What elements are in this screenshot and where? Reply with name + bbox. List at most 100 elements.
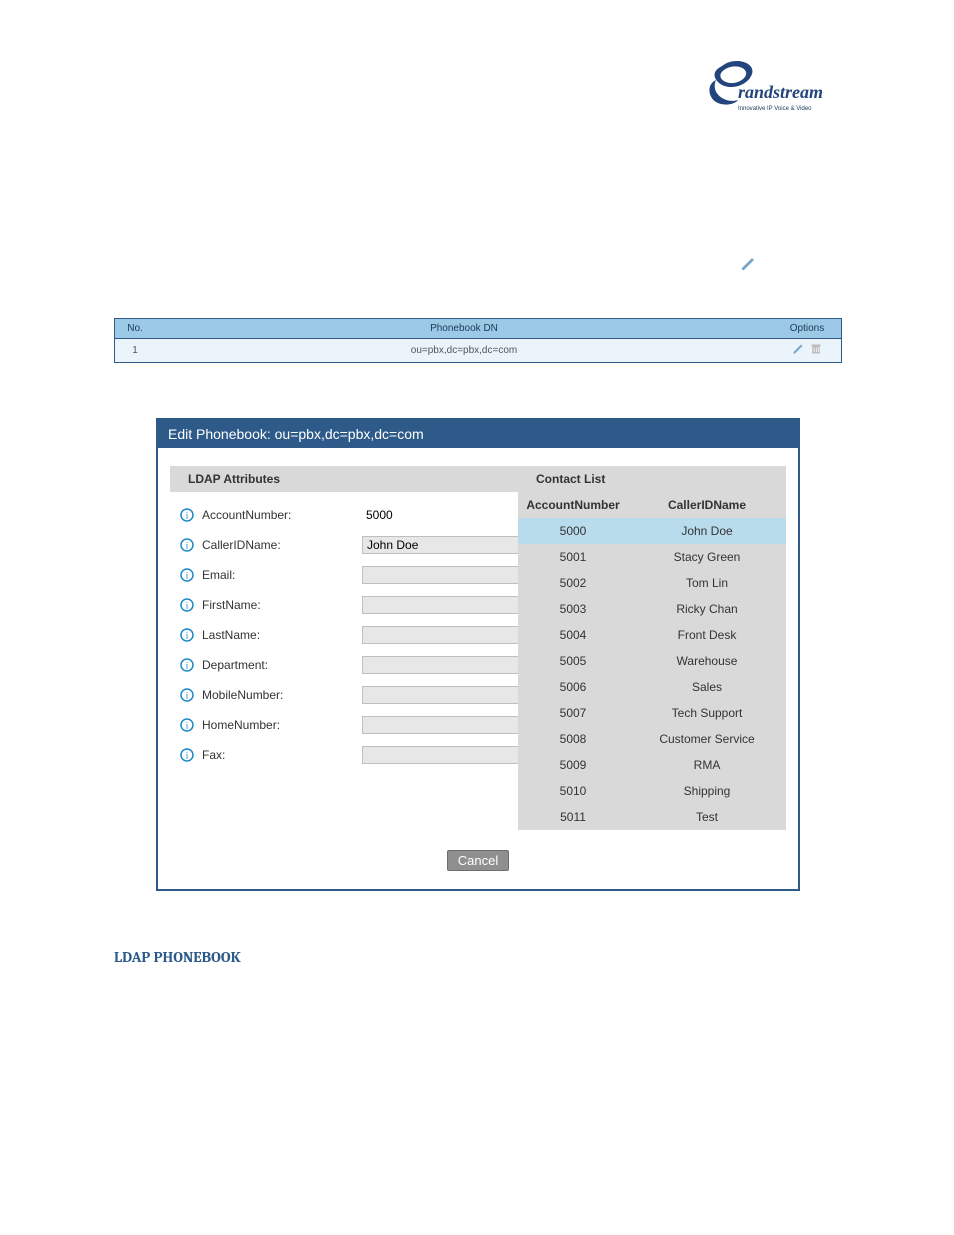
email-field[interactable] bbox=[362, 566, 527, 584]
contact-row[interactable]: 5002Tom Lin bbox=[518, 570, 786, 596]
attr-row-department: i Department: bbox=[180, 650, 508, 680]
contact-name: Sales bbox=[628, 674, 786, 700]
col-options-header: Options bbox=[773, 319, 842, 339]
mobilenumber-field[interactable] bbox=[362, 686, 527, 704]
contact-name: Ricky Chan bbox=[628, 596, 786, 622]
attr-label: LastName: bbox=[202, 628, 354, 642]
contact-list-header: Contact List bbox=[518, 466, 786, 492]
attr-row-fax: i Fax: bbox=[180, 740, 508, 770]
section-heading-ldap-phonebook: LDAP PHONEBOOK bbox=[114, 948, 241, 966]
contact-list-panel: Contact List AccountNumber CallerIDName … bbox=[518, 466, 786, 830]
attr-row-email: i Email: bbox=[180, 560, 508, 590]
contact-row[interactable]: 5011Test bbox=[518, 804, 786, 830]
fax-field[interactable] bbox=[362, 746, 527, 764]
attr-row-homenumber: i HomeNumber: bbox=[180, 710, 508, 740]
info-icon[interactable]: i bbox=[180, 568, 194, 582]
ldap-attributes-panel: LDAP Attributes i AccountNumber: i Calle… bbox=[170, 466, 518, 830]
attr-label: Department: bbox=[202, 658, 354, 672]
contact-name: Stacy Green bbox=[628, 544, 786, 570]
svg-text:i: i bbox=[186, 751, 189, 761]
col-no-header: No. bbox=[115, 319, 156, 339]
cancel-button[interactable]: Cancel bbox=[447, 850, 509, 871]
svg-text:i: i bbox=[186, 571, 189, 581]
contact-name: Warehouse bbox=[628, 648, 786, 674]
table-row[interactable]: 1 ou=pbx,dc=pbx,dc=com bbox=[115, 339, 842, 363]
info-icon[interactable]: i bbox=[180, 688, 194, 702]
attr-label: AccountNumber: bbox=[202, 508, 354, 522]
brand-logo: randstream Innovative IP Voice & Video bbox=[704, 60, 844, 118]
contact-name: Tom Lin bbox=[628, 570, 786, 596]
cell-no: 1 bbox=[115, 339, 156, 363]
delete-icon[interactable] bbox=[810, 343, 822, 358]
info-icon[interactable]: i bbox=[180, 748, 194, 762]
dialog-title: Edit Phonebook: ou=pbx,dc=pbx,dc=com bbox=[158, 420, 798, 448]
svg-text:i: i bbox=[186, 661, 189, 671]
attr-row-calleridname: i CallerIDName: bbox=[180, 530, 508, 560]
contact-account: 5007 bbox=[518, 700, 628, 726]
svg-text:i: i bbox=[186, 721, 189, 731]
contact-name: Tech Support bbox=[628, 700, 786, 726]
contact-row[interactable]: 5001Stacy Green bbox=[518, 544, 786, 570]
phonebook-table: No. Phonebook DN Options 1 ou=pbx,dc=pbx… bbox=[114, 318, 842, 363]
contact-row[interactable]: 5004Front Desk bbox=[518, 622, 786, 648]
attr-row-mobilenumber: i MobileNumber: bbox=[180, 680, 508, 710]
contact-row[interactable]: 5007Tech Support bbox=[518, 700, 786, 726]
contact-name: Test bbox=[628, 804, 786, 830]
contact-row[interactable]: 5008Customer Service bbox=[518, 726, 786, 752]
contact-account: 5003 bbox=[518, 596, 628, 622]
department-field[interactable] bbox=[362, 656, 527, 674]
brand-name: randstream bbox=[738, 82, 823, 102]
lastname-field[interactable] bbox=[362, 626, 527, 644]
contact-account: 5008 bbox=[518, 726, 628, 752]
contact-account: 5009 bbox=[518, 752, 628, 778]
attr-row-accountnumber: i AccountNumber: bbox=[180, 500, 508, 530]
attr-label: Fax: bbox=[202, 748, 354, 762]
info-icon[interactable]: i bbox=[180, 718, 194, 732]
svg-text:i: i bbox=[186, 691, 189, 701]
firstname-field[interactable] bbox=[362, 596, 527, 614]
contact-row[interactable]: 5009RMA bbox=[518, 752, 786, 778]
homenumber-field[interactable] bbox=[362, 716, 527, 734]
contact-account: 5001 bbox=[518, 544, 628, 570]
calleridname-field[interactable] bbox=[362, 536, 527, 554]
contact-account: 5002 bbox=[518, 570, 628, 596]
svg-text:i: i bbox=[186, 601, 189, 611]
contact-name: John Doe bbox=[628, 518, 786, 544]
contact-row[interactable]: 5010Shipping bbox=[518, 778, 786, 804]
attr-label: HomeNumber: bbox=[202, 718, 354, 732]
info-icon[interactable]: i bbox=[180, 508, 194, 522]
contact-row[interactable]: 5005Warehouse bbox=[518, 648, 786, 674]
svg-text:i: i bbox=[186, 511, 189, 521]
accountnumber-field bbox=[362, 506, 525, 524]
grandstream-logo-icon: randstream Innovative IP Voice & Video bbox=[704, 60, 844, 118]
col-dn-header: Phonebook DN bbox=[155, 319, 773, 339]
contact-row[interactable]: 5006Sales bbox=[518, 674, 786, 700]
ldap-attributes-header: LDAP Attributes bbox=[170, 466, 518, 492]
contact-list-columns: AccountNumber CallerIDName bbox=[518, 492, 786, 518]
table-header: No. Phonebook DN Options bbox=[115, 319, 842, 339]
cell-dn: ou=pbx,dc=pbx,dc=com bbox=[155, 339, 773, 363]
svg-text:i: i bbox=[186, 541, 189, 551]
brand-tagline: Innovative IP Voice & Video bbox=[738, 106, 812, 112]
contact-account: 5010 bbox=[518, 778, 628, 804]
contact-account: 5000 bbox=[518, 518, 628, 544]
svg-text:i: i bbox=[186, 631, 189, 641]
attr-row-lastname: i LastName: bbox=[180, 620, 508, 650]
contact-name: Customer Service bbox=[628, 726, 786, 752]
contact-name: RMA bbox=[628, 752, 786, 778]
attr-label: Email: bbox=[202, 568, 354, 582]
edit-phonebook-dialog: Edit Phonebook: ou=pbx,dc=pbx,dc=com LDA… bbox=[156, 418, 800, 891]
contact-row[interactable]: 5000John Doe bbox=[518, 518, 786, 544]
edit-icon[interactable] bbox=[792, 343, 804, 358]
edit-icon[interactable] bbox=[740, 256, 756, 277]
contact-row[interactable]: 5003Ricky Chan bbox=[518, 596, 786, 622]
contact-account: 5005 bbox=[518, 648, 628, 674]
contact-account: 5011 bbox=[518, 804, 628, 830]
info-icon[interactable]: i bbox=[180, 598, 194, 612]
attr-label: FirstName: bbox=[202, 598, 354, 612]
info-icon[interactable]: i bbox=[180, 658, 194, 672]
attr-row-firstname: i FirstName: bbox=[180, 590, 508, 620]
contact-account: 5004 bbox=[518, 622, 628, 648]
info-icon[interactable]: i bbox=[180, 628, 194, 642]
info-icon[interactable]: i bbox=[180, 538, 194, 552]
